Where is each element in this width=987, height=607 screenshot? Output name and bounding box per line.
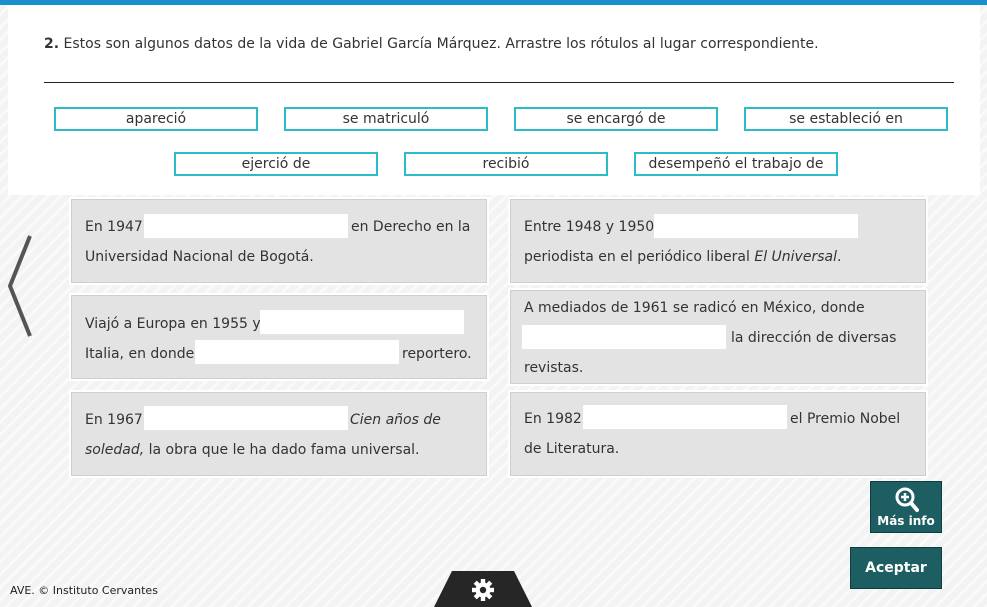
gear-icon — [472, 579, 494, 601]
card-text: En 1982 — [524, 411, 582, 427]
drop-zone[interactable] — [522, 325, 726, 349]
drop-zone[interactable] — [144, 406, 348, 430]
card-text: la dirección de diversas — [731, 330, 897, 346]
card-text-part: . — [836, 249, 842, 265]
drag-label-recibio[interactable]: recibió — [404, 152, 608, 176]
drag-label-ejercio-de[interactable]: ejerció de — [174, 152, 378, 176]
more-info-label: Más info — [877, 514, 935, 528]
card-text: A mediados de 1961 se radicó en México, … — [524, 300, 865, 316]
instruction-sentence: Estos son algunos datos de la vida de Ga… — [63, 36, 819, 52]
zoom-in-icon — [895, 487, 919, 512]
more-info-button[interactable]: Más info — [870, 481, 942, 533]
card-text-part: periodista en el periódico liberal — [524, 249, 755, 265]
chevron-left-icon[interactable] — [4, 232, 34, 340]
drag-label-desempeno-el-trabajo-de[interactable]: desempeñó el trabajo de — [634, 152, 838, 176]
sentence-card-1948: Entre 1948 y 1950 periodista en el perió… — [508, 197, 928, 285]
drop-zone[interactable] — [654, 214, 858, 238]
drag-label-aparecio[interactable]: apareció — [54, 107, 258, 131]
card-text: soledad, la obra que le ha dado fama uni… — [85, 441, 420, 459]
card-text: En 1947 — [85, 219, 143, 235]
drop-zone[interactable] — [195, 340, 399, 364]
sentence-card-1955: Viajó a Europa en 1955 y Italia, en dond… — [69, 293, 489, 381]
card-text: de Literatura. — [524, 441, 620, 457]
card-text: el Premio Nobel — [790, 411, 901, 427]
settings-tab[interactable] — [434, 571, 532, 607]
card-text-part: la obra que le ha dado fama universal. — [144, 442, 420, 458]
sentence-card-1947: En 1947 en Derecho en la Universidad Nac… — [69, 197, 489, 285]
sentence-card-1967: En 1967 Cien años de soledad, la obra qu… — [69, 390, 489, 478]
card-text: en Derecho en la — [351, 219, 471, 235]
drop-zone[interactable] — [583, 405, 787, 429]
book-title: Cien años de — [350, 412, 441, 428]
card-text: Universidad Nacional de Bogotá. — [85, 249, 314, 265]
instruction-text: 2. Estos son algunos datos de la vida de… — [44, 36, 819, 52]
accept-button[interactable]: Aceptar — [850, 547, 942, 589]
divider — [44, 82, 954, 83]
newspaper-title: El Universal — [754, 249, 837, 265]
card-text: En 1967 — [85, 412, 143, 428]
book-title: soledad, — [85, 442, 145, 458]
drag-label-se-encargo-de[interactable]: se encargó de — [514, 107, 718, 131]
card-text: reportero. — [402, 346, 472, 362]
card-text: Entre 1948 y 1950 — [524, 219, 655, 235]
drag-label-se-establecio-en[interactable]: se estableció en — [744, 107, 948, 131]
drop-zone[interactable] — [144, 214, 348, 238]
card-text: Viajó a Europa en 1955 y — [85, 316, 261, 332]
drop-zone[interactable] — [260, 310, 464, 334]
card-text: Italia, en donde — [85, 346, 195, 362]
drag-label-se-matriculo[interactable]: se matriculó — [284, 107, 488, 131]
card-text: periodista en el periódico liberal El Un… — [524, 248, 841, 266]
sentence-card-1982: En 1982 el Premio Nobel de Literatura. — [508, 390, 928, 478]
sentence-card-1961: A mediados de 1961 se radicó en México, … — [508, 288, 928, 386]
card-text: revistas. — [524, 360, 584, 376]
exercise-number: 2. — [44, 36, 60, 52]
copyright-text: AVE. © Instituto Cervantes — [10, 584, 158, 597]
